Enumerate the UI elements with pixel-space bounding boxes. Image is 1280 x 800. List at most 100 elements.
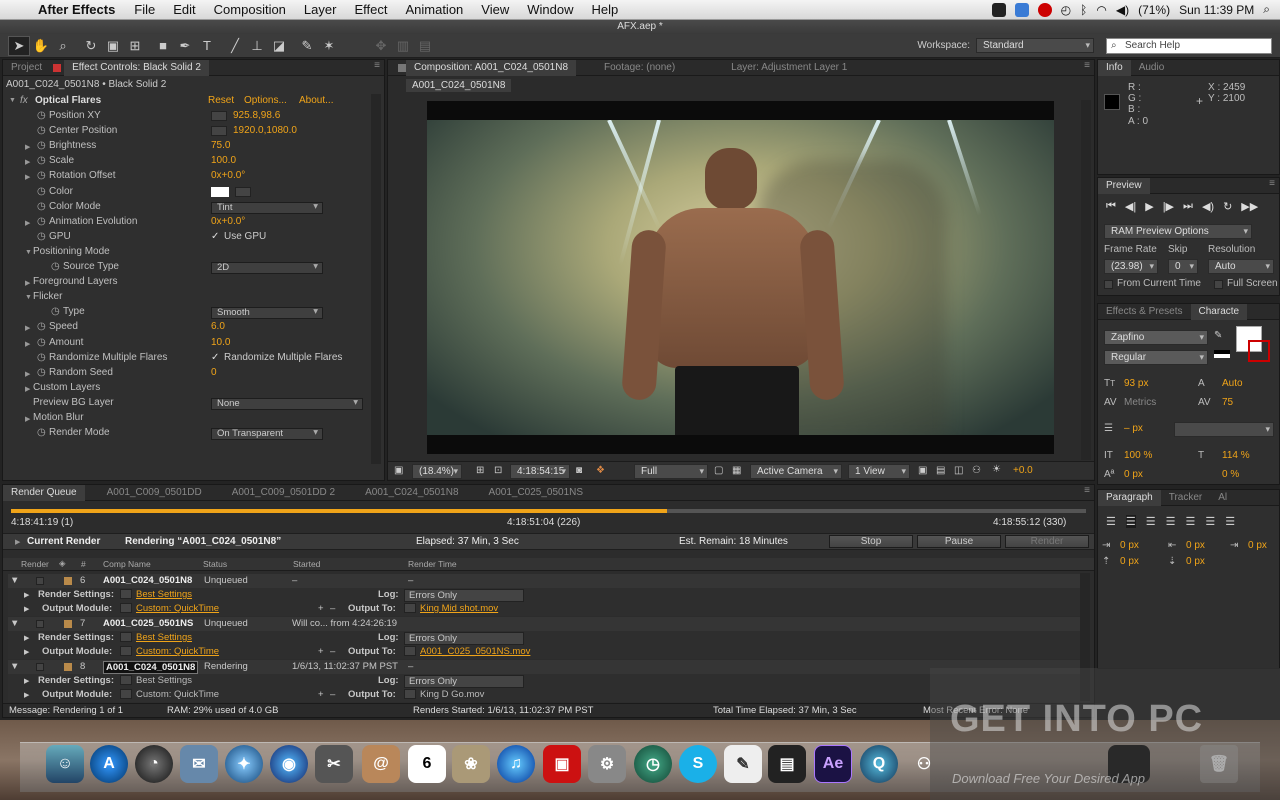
expand-triangle-icon[interactable]: ▶ [25,385,30,393]
render-checkbox[interactable] [36,663,44,671]
output-dropdown-icon[interactable] [404,646,416,656]
comp-lock-icon[interactable] [398,63,406,72]
col-render[interactable]: Render [21,559,49,569]
tab-composition[interactable]: Composition: A001_C024_0501N8 [406,59,576,76]
last-frame-icon[interactable]: ⏭ [1183,200,1193,213]
first-frame-icon[interactable]: ⏮ [1106,200,1116,213]
expand-triangle-icon[interactable]: ▶ [25,219,30,227]
lock-icon[interactable] [53,63,62,72]
module-toggle-icon[interactable]: ▶ [24,605,29,613]
tab-render-queue[interactable]: Render Queue [3,484,85,501]
volume-icon[interactable]: ◀) [1116,3,1129,17]
from-current-checkbox[interactable] [1104,280,1113,289]
render-button[interactable]: Render [1005,535,1089,548]
tab-preview[interactable]: Preview [1098,177,1150,194]
axis-mode-icon[interactable]: ✥ [370,36,392,56]
effect-row-value[interactable]: 0x+0.0° [211,170,245,181]
itunes-connect-icon[interactable]: ✂ [315,745,353,783]
eyedropper-icon[interactable]: ✎ [1214,330,1222,341]
stopwatch-icon[interactable]: ◷ [37,231,46,242]
flowchart-icon[interactable]: ⚇ [972,465,981,476]
render-settings-value[interactable]: Best Settings [136,589,192,600]
align-left-icon[interactable]: ☰ [1106,515,1116,528]
add-output-icon[interactable]: + [318,603,324,614]
tab-comp-4[interactable]: A001_C025_0501NS [481,485,592,501]
pixel-aspect-icon[interactable]: ▣ [918,465,927,476]
contacts-icon[interactable]: @ [362,745,400,783]
output-module-value[interactable]: Custom: QuickTime [136,689,219,700]
current-time[interactable]: 4:18:54:15 [510,464,570,479]
tab-layer[interactable]: Layer: Adjustment Layer 1 [723,60,855,76]
add-output-icon[interactable]: + [318,689,324,700]
menu-layer[interactable]: Layer [295,2,346,17]
checkbox-icon[interactable]: ✓ [211,352,219,363]
render-checkbox[interactable] [36,577,44,585]
menu-edit[interactable]: Edit [164,2,204,17]
space-after-value[interactable]: 0 px [1186,556,1205,567]
audio-icon[interactable]: ◀) [1202,200,1214,213]
justify-center-icon[interactable]: ☰ [1186,515,1196,528]
menu-file[interactable]: File [125,2,164,17]
black-white-swatch[interactable] [1214,350,1230,358]
tab-audio[interactable]: Audio [1131,60,1173,76]
add-output-icon[interactable]: + [318,646,324,657]
puppet-tool-icon[interactable]: ✶ [318,36,340,56]
resolution-dropdown[interactable]: Auto [1208,259,1274,274]
system-preferences-icon[interactable]: ⚙ [588,745,626,783]
justify-right-icon[interactable]: ☰ [1205,515,1215,528]
col-comp-name[interactable]: Comp Name [103,559,151,569]
full-screen-checkbox[interactable] [1214,280,1223,289]
font-style-dropdown[interactable]: Regular [1104,350,1208,365]
menu-view[interactable]: View [472,2,518,17]
row-toggle-icon[interactable]: ▼ [10,661,19,672]
stopwatch-icon[interactable]: ◷ [37,201,46,212]
skype-icon[interactable]: S [679,745,717,783]
render-settings-value[interactable]: Best Settings [136,675,192,686]
panel-menu-icon[interactable]: ≡ [374,60,380,71]
remove-output-icon[interactable]: – [330,603,335,614]
effect-row-dropdown[interactable]: Smooth [211,307,323,320]
module-toggle-icon[interactable]: ▶ [24,648,29,656]
row-toggle-icon[interactable]: ▼ [10,575,19,586]
roto-brush-tool-icon[interactable]: ✎ [296,36,318,56]
hand-tool-icon[interactable]: ✋ [30,36,52,56]
pan-behind-tool-icon[interactable]: ⊞ [124,36,146,56]
table-row[interactable]: ▼ 6 A001_C024_0501N8 Unqueued – – [8,574,1090,588]
item-comp-name[interactable]: A001_C025_0501NS [103,618,193,629]
view-axis-icon[interactable]: ▤ [414,36,436,56]
expand-triangle-icon[interactable]: ▼ [25,294,32,301]
dropbox-icon[interactable] [1014,2,1029,17]
transparency-grid-icon[interactable]: ▦ [732,465,741,476]
target-icon[interactable] [211,111,227,121]
expand-triangle-icon[interactable]: ▶ [25,143,30,151]
eraser-tool-icon[interactable]: ◪ [268,36,290,56]
zoom-tool-icon[interactable]: ⌕ [52,36,74,56]
effect-row-dropdown[interactable]: Tint [211,201,323,214]
effect-row-value[interactable]: 75.0 [211,140,230,151]
tab-character[interactable]: Characte [1190,303,1248,320]
output-module-value[interactable]: Custom: QuickTime [136,646,219,657]
horizontal-scale-value[interactable]: 114 % [1222,450,1250,461]
expand-triangle-icon[interactable]: ▶ [25,158,30,166]
settings-dropdown-icon[interactable] [120,589,132,599]
module-toggle-icon[interactable]: ▶ [24,691,29,699]
app-store-icon[interactable]: A [90,745,128,783]
table-row[interactable]: ▼ 8 A001_C024_0501N8 Rendering 1/6/13, 11:02… [8,660,1090,674]
effect-row-dropdown[interactable]: 2D [211,262,323,274]
preview-app-icon[interactable]: ✉ [180,745,218,783]
render-checkbox[interactable] [36,620,44,628]
log-dropdown[interactable]: Errors Only [404,632,524,645]
tab-comp-1[interactable]: A001_C009_0501DD [99,485,210,501]
exposure-icon[interactable]: ☀ [992,464,1001,475]
stopwatch-icon[interactable]: ◷ [37,155,46,166]
remove-output-icon[interactable]: – [330,646,335,657]
ram-preview-options[interactable]: RAM Preview Options [1104,224,1252,239]
expand-triangle-icon[interactable]: ▶ [25,324,30,332]
textedit-icon[interactable]: ✎ [724,745,762,783]
stroke-order-dropdown[interactable] [1174,422,1274,437]
expand-triangle-icon[interactable]: ▶ [25,173,30,181]
space-before-value[interactable]: 0 px [1120,556,1139,567]
options-link[interactable]: Options... [244,95,287,106]
tab-align[interactable]: Al [1210,490,1235,506]
col-number[interactable]: # [81,559,86,569]
